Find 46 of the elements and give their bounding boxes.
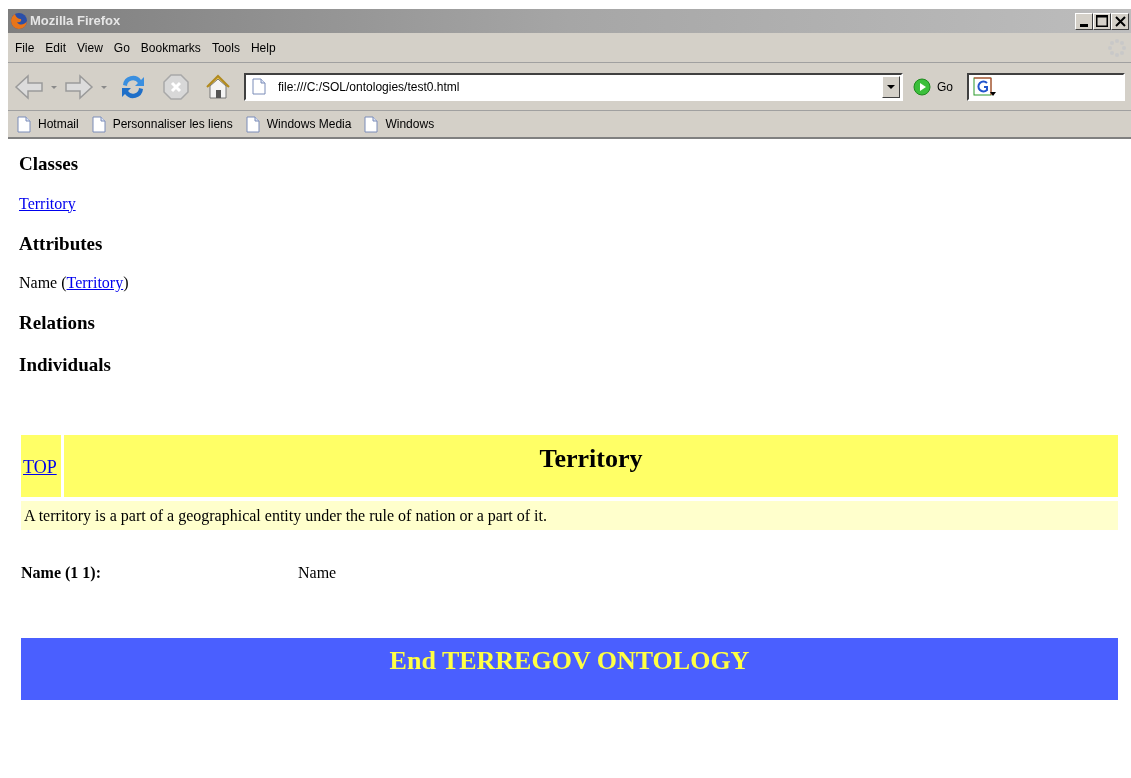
section-heading: Classes <box>19 152 80 176</box>
menu-item[interactable]: File <box>12 38 38 57</box>
go-button[interactable]: Go <box>937 77 953 96</box>
section-heading: Relations <box>19 311 96 335</box>
menu-item[interactable]: Edit <box>42 38 70 57</box>
address-field[interactable]: file:///C:/SOL/ontologies/test0.html <box>244 72 903 101</box>
search-engine-icon[interactable] <box>973 76 997 97</box>
bookmark-item[interactable]: Hotmail <box>16 115 79 133</box>
section-heading: Attributes <box>19 231 104 256</box>
bookmark-item[interactable]: Windows Media <box>244 115 352 133</box>
menu-item[interactable]: Go <box>110 38 133 57</box>
page-icon <box>244 115 261 133</box>
stop-icon[interactable] <box>162 72 190 101</box>
minimize-icon <box>1080 23 1088 27</box>
page-icon <box>363 115 380 133</box>
class-title: Territory <box>539 443 643 475</box>
caret-icon <box>886 83 896 90</box>
menu-item[interactable]: Bookmarks <box>137 38 204 57</box>
minimize-button[interactable] <box>1075 12 1093 30</box>
go-icon[interactable] <box>913 77 931 96</box>
link[interactable]: Territory <box>19 194 76 212</box>
menu-item[interactable]: View <box>74 38 106 57</box>
footer-title: End TERREGOV ONTOLOGY <box>389 645 750 677</box>
search-field[interactable] <box>967 72 1125 101</box>
attribute-value: Name <box>298 563 337 583</box>
maximize-icon <box>1096 15 1108 27</box>
menu-item[interactable]: Help <box>247 38 279 57</box>
bookmark-item[interactable]: Personnaliser les liens <box>90 115 233 133</box>
page-icon <box>90 115 107 133</box>
home-icon[interactable] <box>204 72 232 101</box>
top-link[interactable]: TOP <box>23 453 57 481</box>
close-button[interactable] <box>1111 12 1129 30</box>
link[interactable]: Territory <box>66 274 124 291</box>
close-icon <box>1114 15 1126 27</box>
window-title: Mozilla Firefox <box>30 12 121 31</box>
menu-item[interactable]: Tools <box>208 38 243 57</box>
page-icon <box>251 78 267 95</box>
address-dropdown-button[interactable] <box>882 75 900 98</box>
bookmark-item[interactable]: Windows <box>363 115 435 133</box>
maximize-button[interactable] <box>1093 12 1111 30</box>
attribute-label: Name (1 1): <box>21 563 102 584</box>
text-line: Name (Territory) <box>19 273 130 294</box>
section-heading: Individuals <box>19 352 112 377</box>
class-description: A territory is a part of a geographical entity under the rule of nation or a part of it. <box>24 505 547 527</box>
page-icon <box>16 115 32 133</box>
firefox-icon[interactable] <box>10 12 28 30</box>
